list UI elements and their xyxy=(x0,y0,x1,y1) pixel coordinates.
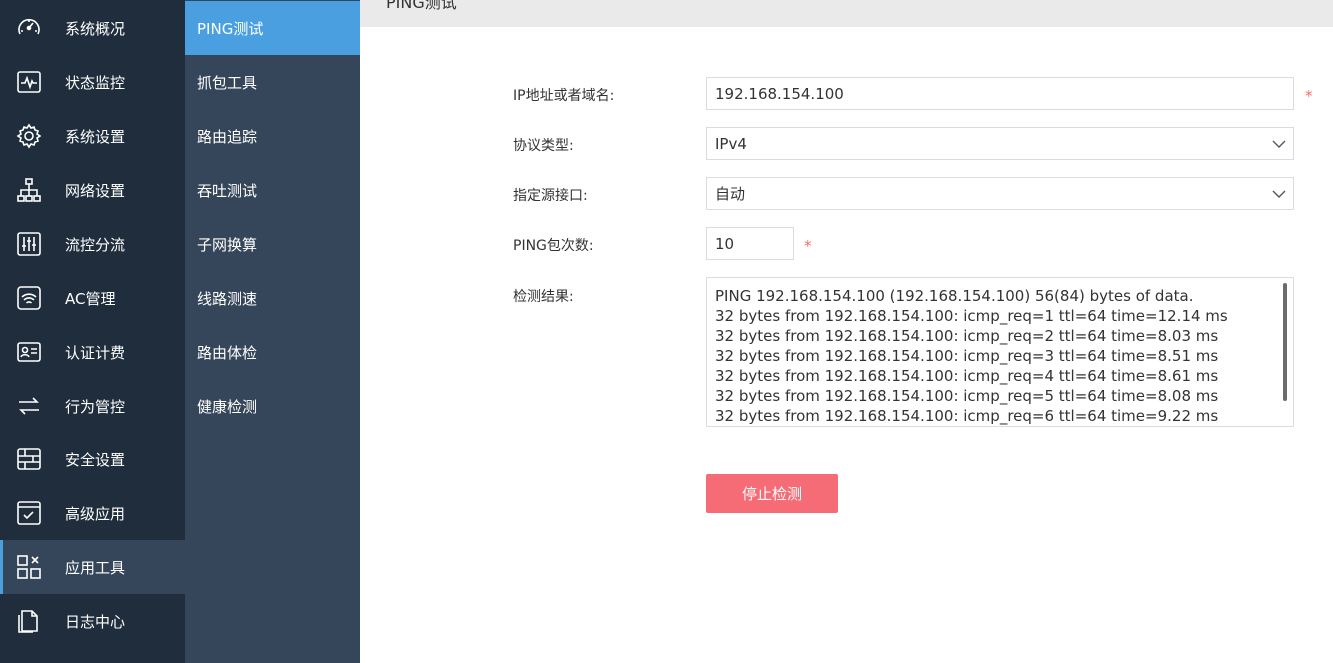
chevron-down-icon xyxy=(1272,187,1286,201)
nav-label: 高级应用 xyxy=(65,504,126,523)
result-scrollbar[interactable] xyxy=(1283,283,1287,401)
nav-item-log-center[interactable]: 日志中心 xyxy=(0,594,185,648)
protocol-label: 协议类型: xyxy=(513,138,574,154)
result-line: 32 bytes from 192.168.154.100: icmp_req=… xyxy=(715,387,1219,405)
gear-icon xyxy=(16,123,42,149)
nav-item-network-settings[interactable]: 网络设置 xyxy=(0,163,185,217)
count-label: PING包次数: xyxy=(513,238,594,254)
main-content: PING测试 IP地址或者域名: 192.168.154.100 * 协议类型:… xyxy=(360,0,1333,663)
host-required-mark: * xyxy=(1305,87,1313,105)
checklist-icon xyxy=(16,500,42,526)
nav-label: 行为管控 xyxy=(65,397,126,416)
result-line: PING 192.168.154.100 (192.168.154.100) 5… xyxy=(715,287,1194,305)
firewall-icon xyxy=(16,446,42,472)
interface-select[interactable]: 自动 xyxy=(706,177,1294,210)
tools-icon xyxy=(16,554,42,580)
subnav-item-ping-test[interactable]: PING测试 xyxy=(185,1,360,55)
nav-item-ac-management[interactable]: AC管理 xyxy=(0,271,185,325)
nav-label: 安全设置 xyxy=(65,450,126,469)
host-input[interactable]: 192.168.154.100 xyxy=(706,77,1294,110)
dashboard-icon xyxy=(16,15,42,41)
sub-sidebar: PING测试 抓包工具 路由追踪 吞吐测试 子网换算 线路测速 路由体检 健康检… xyxy=(185,0,360,663)
chevron-down-icon xyxy=(1272,137,1286,151)
nav-label: 系统设置 xyxy=(65,127,126,146)
count-required-mark: * xyxy=(804,237,812,255)
nav-item-system-settings[interactable]: 系统设置 xyxy=(0,109,185,163)
nav-item-security-settings[interactable]: 安全设置 xyxy=(0,432,185,486)
nav-label: 认证计费 xyxy=(65,343,126,362)
log-file-icon xyxy=(16,608,42,634)
network-icon xyxy=(16,177,42,203)
nav-label: 应用工具 xyxy=(65,558,126,577)
nav-label: 流控分流 xyxy=(65,235,126,254)
host-label: IP地址或者域名: xyxy=(513,88,615,104)
subnav-item-packet-capture[interactable]: 抓包工具 xyxy=(185,55,360,109)
wifi-icon xyxy=(16,285,42,311)
count-input[interactable]: 10 xyxy=(706,227,794,260)
subnav-item-throughput-test[interactable]: 吞吐测试 xyxy=(185,163,360,217)
nav-item-overview[interactable]: 系统概况 xyxy=(0,1,185,55)
subnav-item-line-speed[interactable]: 线路测速 xyxy=(185,271,360,325)
nav-item-app-tools[interactable]: 应用工具 xyxy=(0,540,185,594)
main-sidebar: 系统概况 状态监控 系统设置 网络设置 流控分流 AC管理 认证计费 行为管控 … xyxy=(0,0,185,663)
subnav-item-health-check[interactable]: 健康检测 xyxy=(185,379,360,433)
nav-item-flow-control[interactable]: 流控分流 xyxy=(0,217,185,271)
protocol-select-value: IPv4 xyxy=(715,134,747,153)
result-line: 32 bytes from 192.168.154.100: icmp_req=… xyxy=(715,347,1219,365)
result-line: 32 bytes from 192.168.154.100: icmp_req=… xyxy=(715,407,1219,425)
nav-label: AC管理 xyxy=(65,289,116,308)
stop-detection-button[interactable]: 停止检测 xyxy=(706,474,838,513)
subnav-item-router-check[interactable]: 路由体检 xyxy=(185,325,360,379)
nav-label: 状态监控 xyxy=(65,73,126,92)
nav-label: 网络设置 xyxy=(65,181,126,200)
id-card-icon xyxy=(16,339,42,365)
interface-label: 指定源接口: xyxy=(513,188,588,204)
subnav-item-subnet-calc[interactable]: 子网换算 xyxy=(185,217,360,271)
nav-item-behavior-control[interactable]: 行为管控 xyxy=(0,379,185,433)
page-title: PING测试 xyxy=(386,0,457,12)
result-textarea[interactable]: PING 192.168.154.100 (192.168.154.100) 5… xyxy=(706,277,1294,427)
sliders-icon xyxy=(16,231,42,257)
result-label: 检测结果: xyxy=(513,289,574,305)
nav-item-auth-billing[interactable]: 认证计费 xyxy=(0,325,185,379)
protocol-select[interactable]: IPv4 xyxy=(706,127,1294,160)
result-line: 32 bytes from 192.168.154.100: icmp_req=… xyxy=(715,327,1219,345)
nav-item-advanced-apps[interactable]: 高级应用 xyxy=(0,486,185,540)
nav-label: 日志中心 xyxy=(65,612,126,631)
pulse-monitor-icon xyxy=(16,69,42,95)
interface-select-value: 自动 xyxy=(715,185,746,203)
nav-label: 系统概况 xyxy=(65,19,126,38)
nav-item-status-monitor[interactable]: 状态监控 xyxy=(0,55,185,109)
result-line: 32 bytes from 192.168.154.100: icmp_req=… xyxy=(715,307,1228,325)
result-line: 32 bytes from 192.168.154.100: icmp_req=… xyxy=(715,367,1219,385)
subnav-item-traceroute[interactable]: 路由追踪 xyxy=(185,109,360,163)
swap-arrows-icon xyxy=(16,393,42,419)
page-title-bar: PING测试 xyxy=(360,0,1333,27)
